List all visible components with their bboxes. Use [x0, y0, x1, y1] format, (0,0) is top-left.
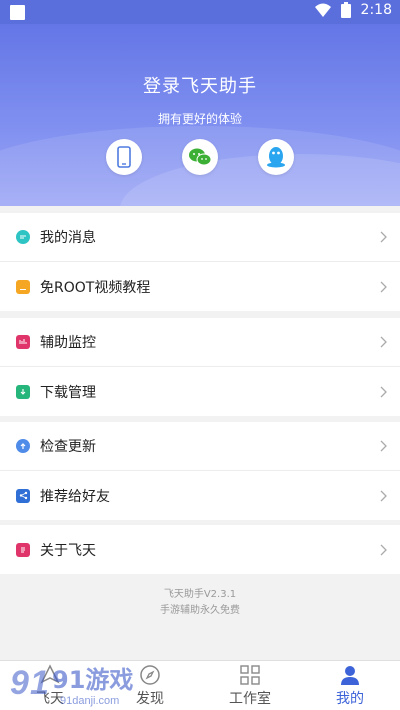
nav-tab-label: 工作室 [229, 691, 271, 707]
grid-icon [240, 665, 260, 685]
wechat-icon [189, 148, 212, 166]
chevron-right-icon [380, 490, 387, 501]
menu-group-4: 关于飞天 [0, 525, 400, 574]
svg-text:91danji.com: 91danji.com [60, 695, 119, 707]
nav-tab-label: 我的 [336, 691, 364, 707]
phone-login-button[interactable] [106, 139, 142, 175]
menu-item-label: 免ROOT视频教程 [40, 279, 151, 296]
tagline-text: 手游辅助永久免费 [160, 605, 240, 616]
qq-icon [267, 147, 285, 168]
chevron-right-icon [380, 336, 387, 348]
nav-tab-profile[interactable]: 我的 [300, 661, 400, 710]
login-header: 登录飞天助手 拥有更好的体验 [0, 24, 400, 206]
update-icon [16, 439, 30, 453]
chevron-right-icon [380, 281, 387, 292]
nav-tab-label: 发现 [136, 691, 164, 707]
menu-item-label: 关于飞天 [40, 542, 96, 559]
menu-item-label: 辅助监控 [40, 335, 96, 351]
svg-text:9: 9 [10, 664, 29, 702]
menu-item-monitor[interactable]: 辅助监控 [0, 318, 400, 367]
chevron-right-icon [380, 544, 387, 555]
chevron-right-icon [380, 231, 387, 243]
login-title[interactable]: 登录飞天助手 [0, 72, 400, 98]
watermark-logo: 9 1 91游戏 91danji.com [10, 664, 133, 707]
login-subtitle: 拥有更好的体验 [157, 112, 242, 126]
menu-item-messages[interactable]: 我的消息 [0, 213, 400, 262]
wifi-icon [314, 3, 331, 17]
chevron-right-icon [380, 440, 387, 452]
compass-icon [140, 665, 160, 685]
version-info: 飞天助手V2.3.1 手游辅助永久免费 [0, 587, 400, 619]
menu-item-label: 推荐给好友 [40, 488, 110, 505]
chevron-right-icon [380, 386, 387, 397]
version-text: 飞天助手V2.3.1 [163, 589, 237, 600]
wechat-login-button[interactable] [182, 139, 218, 175]
menu-group-3: 检查更新 推荐给好友 [0, 422, 400, 520]
login-options [0, 139, 400, 175]
menu-group-2: 辅助监控 下载管理 [0, 318, 400, 416]
video-tutorial-icon [16, 279, 30, 294]
qq-login-button[interactable] [258, 139, 294, 175]
about-icon [16, 542, 30, 557]
profile-icon [341, 666, 359, 685]
menu-group-1: 我的消息 免ROOT视频教程 [0, 213, 400, 311]
menu-item-download[interactable]: 下载管理 [0, 367, 400, 416]
menu-item-check-update[interactable]: 检查更新 [0, 422, 400, 471]
message-icon [16, 230, 30, 244]
menu-item-label: 检查更新 [40, 439, 96, 455]
download-icon [16, 384, 30, 399]
status-bar: 2:18 [0, 0, 400, 24]
menu-item-video-tutorial[interactable]: 免ROOT视频教程 [0, 262, 400, 311]
menu-item-label: 下载管理 [40, 384, 96, 401]
menu-item-about[interactable]: 关于飞天 [0, 525, 400, 574]
menu-item-share[interactable]: 推荐给好友 [0, 471, 400, 520]
nav-tab-studio[interactable]: 工作室 [200, 661, 300, 710]
notification-icon [10, 5, 25, 20]
battery-icon [340, 2, 351, 18]
phone-icon [117, 146, 131, 168]
svg-text:1: 1 [30, 664, 49, 702]
menu-item-label: 我的消息 [40, 230, 96, 246]
share-icon [16, 488, 30, 503]
monitor-icon [16, 335, 30, 349]
status-time: 2:18 [360, 2, 392, 18]
svg-text:91游戏: 91游戏 [52, 666, 133, 694]
